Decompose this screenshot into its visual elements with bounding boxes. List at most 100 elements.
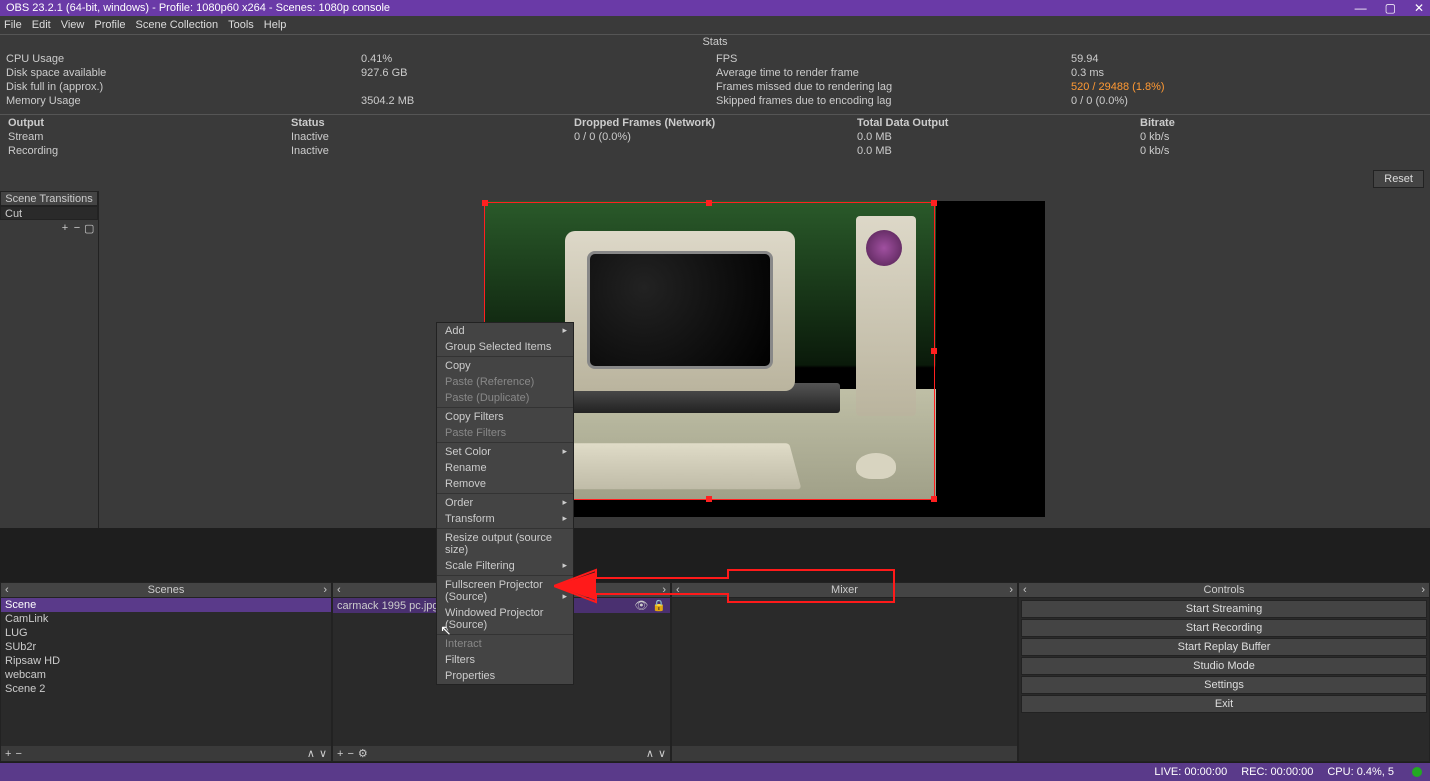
start-replay-buffer-button[interactable]: Start Replay Buffer [1021, 638, 1427, 656]
row0-total: 0.0 MB [857, 131, 1140, 143]
stat-skip-label: Skipped frames due to encoding lag [714, 94, 1069, 108]
settings-button[interactable]: Settings [1021, 676, 1427, 694]
stats-panel: CPU Usage 0.41% FPS 59.94 Disk space ava… [0, 48, 1430, 114]
col-dropped: Dropped Frames (Network) [574, 117, 857, 129]
bottom-docks: Scenes Scene CamLink LUG SUb2r Ripsaw HD… [0, 582, 1430, 762]
row1-total: 0.0 MB [857, 145, 1140, 157]
row0-output: Stream [8, 131, 291, 143]
row0-dropped: 0 / 0 (0.0%) [574, 131, 857, 143]
menu-bar: File Edit View Profile Scene Collection … [0, 16, 1430, 34]
scene-item[interactable]: Ripsaw HD [1, 654, 331, 668]
status-bar: LIVE: 00:00:00 REC: 00:00:00 CPU: 0.4%, … [0, 763, 1430, 781]
scenes-up-icon[interactable]: ∧ [307, 747, 315, 760]
maximize-button[interactable]: ▢ [1385, 1, 1396, 15]
stat-avg-label: Average time to render frame [714, 66, 1069, 80]
scene-item[interactable]: SUb2r [1, 640, 331, 654]
sources-add-icon[interactable]: + [337, 748, 343, 760]
cm-copy-filters[interactable]: Copy Filters [437, 409, 573, 425]
menu-edit[interactable]: Edit [32, 19, 51, 31]
menu-help[interactable]: Help [264, 19, 287, 31]
sources-up-icon[interactable]: ∧ [646, 747, 654, 760]
row1-dropped [574, 145, 857, 157]
row0-bitrate: 0 kb/s [1140, 131, 1413, 143]
studio-mode-button[interactable]: Studio Mode [1021, 657, 1427, 675]
cm-copy[interactable]: Copy [437, 358, 573, 374]
col-total: Total Data Output [857, 117, 1140, 129]
transition-remove-icon[interactable]: − [72, 222, 82, 235]
row1-output: Recording [8, 145, 291, 157]
stat-skip-value: 0 / 0 (0.0%) [1069, 94, 1424, 108]
stat-mem-label: Memory Usage [4, 94, 359, 108]
start-recording-button[interactable]: Start Recording [1021, 619, 1427, 637]
scenes-down-icon[interactable]: ∨ [319, 747, 327, 760]
col-output: Output [8, 117, 291, 129]
cm-fullscreen-projector[interactable]: Fullscreen Projector (Source) [437, 577, 573, 605]
scene-item[interactable]: Scene [1, 598, 331, 612]
sources-settings-icon[interactable]: ⚙ [358, 747, 368, 760]
cm-set-color[interactable]: Set Color [437, 444, 573, 460]
col-bitrate: Bitrate [1140, 117, 1413, 129]
cm-add[interactable]: Add [437, 323, 573, 339]
reset-button[interactable]: Reset [1373, 170, 1424, 188]
stat-miss-value: 520 / 29488 (1.8%) [1069, 80, 1424, 94]
start-streaming-button[interactable]: Start Streaming [1021, 600, 1427, 618]
cm-transform[interactable]: Transform [437, 511, 573, 527]
exit-button[interactable]: Exit [1021, 695, 1427, 713]
menu-profile[interactable]: Profile [94, 19, 125, 31]
mixer-body [672, 598, 1017, 746]
stat-diskfull-value [359, 80, 714, 94]
stats-title: Stats [0, 34, 1430, 48]
title-bar: OBS 23.2.1 (64-bit, windows) - Profile: … [0, 0, 1430, 16]
stat-miss-label: Frames missed due to rendering lag [714, 80, 1069, 94]
scene-item[interactable]: Scene 2 [1, 682, 331, 696]
cm-windowed-projector[interactable]: Windowed Projector (Source) [437, 605, 573, 633]
output-table: Output Status Dropped Frames (Network) T… [0, 114, 1430, 167]
row1-bitrate: 0 kb/s [1140, 145, 1413, 157]
cm-group[interactable]: Group Selected Items [437, 339, 573, 355]
close-button[interactable]: ✕ [1414, 1, 1424, 15]
scene-item[interactable]: CamLink [1, 612, 331, 626]
cm-properties[interactable]: Properties [437, 668, 573, 684]
scene-item[interactable]: webcam [1, 668, 331, 682]
scenes-remove-icon[interactable]: − [15, 748, 21, 760]
scene-transitions-dock: Scene Transitions Cut + − ▢ [0, 191, 99, 528]
cm-filters[interactable]: Filters [437, 652, 573, 668]
transitions-label: Scene Transitions [0, 191, 98, 206]
stat-avg-value: 0.3 ms [1069, 66, 1424, 80]
scenes-add-icon[interactable]: + [5, 748, 11, 760]
menu-file[interactable]: File [4, 19, 22, 31]
source-name: carmack 1995 pc.jpg [337, 600, 439, 612]
status-live: LIVE: 00:00:00 [1154, 766, 1227, 778]
window-controls: — ▢ ✕ [1355, 1, 1424, 15]
sources-down-icon[interactable]: ∨ [658, 747, 666, 760]
transition-select[interactable]: Cut [0, 206, 98, 220]
menu-tools[interactable]: Tools [228, 19, 254, 31]
row1-status: Inactive [291, 145, 574, 157]
col-status: Status [291, 117, 574, 129]
cm-order[interactable]: Order [437, 495, 573, 511]
transition-add-icon[interactable]: + [60, 222, 70, 235]
menu-scene-collection[interactable]: Scene Collection [136, 19, 219, 31]
controls-header[interactable]: Controls [1019, 583, 1429, 598]
scene-item[interactable]: LUG [1, 626, 331, 640]
scenes-list[interactable]: Scene CamLink LUG SUb2r Ripsaw HD webcam… [1, 598, 331, 746]
preview-area[interactable] [99, 191, 1430, 528]
status-indicator-icon [1412, 767, 1422, 777]
source-context-menu: Add Group Selected Items Copy Paste (Ref… [436, 322, 574, 685]
cm-rename[interactable]: Rename [437, 460, 573, 476]
minimize-button[interactable]: — [1355, 1, 1367, 15]
sources-remove-icon[interactable]: − [347, 748, 353, 760]
stat-cpu-label: CPU Usage [4, 52, 359, 66]
stat-fps-value: 59.94 [1069, 52, 1424, 66]
scenes-dock: Scenes Scene CamLink LUG SUb2r Ripsaw HD… [0, 582, 332, 762]
cm-resize-output[interactable]: Resize output (source size) [437, 530, 573, 558]
menu-view[interactable]: View [61, 19, 85, 31]
window-title: OBS 23.2.1 (64-bit, windows) - Profile: … [6, 2, 390, 14]
transition-settings-icon[interactable]: ▢ [84, 222, 94, 235]
cm-remove[interactable]: Remove [437, 476, 573, 492]
stat-fps-label: FPS [714, 52, 1069, 66]
controls-body: Start Streaming Start Recording Start Re… [1019, 598, 1429, 761]
cm-scale-filtering[interactable]: Scale Filtering [437, 558, 573, 574]
scenes-header[interactable]: Scenes [1, 583, 331, 598]
cm-paste-dup: Paste (Duplicate) [437, 390, 573, 406]
